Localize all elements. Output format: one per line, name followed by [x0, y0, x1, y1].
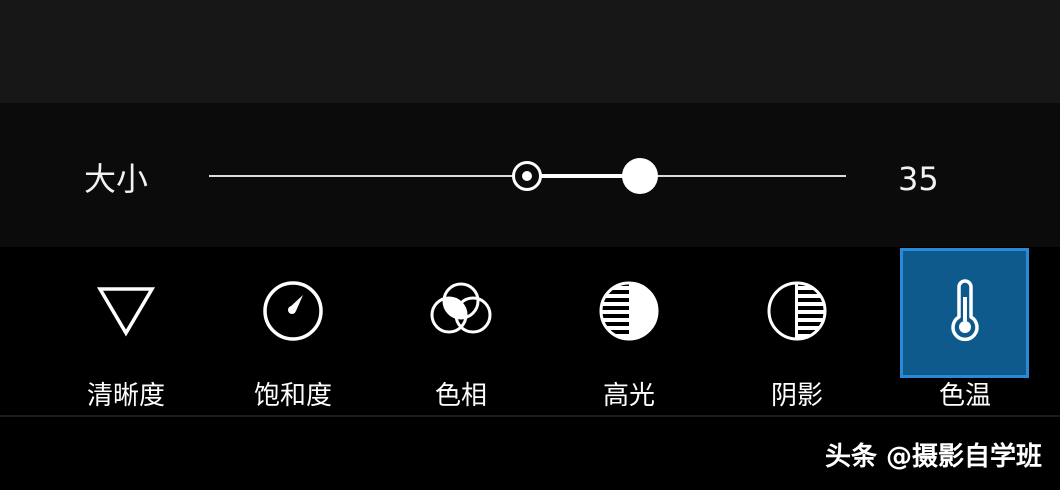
triangle-down-icon [96, 287, 156, 337]
bottom-divider [0, 415, 1060, 417]
gauge-icon [263, 281, 323, 341]
watermark-text: 头条 @摄影自学班 [824, 442, 1042, 472]
slider-handle[interactable] [622, 158, 658, 194]
shadow-sphere-icon [767, 281, 827, 341]
tool-label: 饱和度 [253, 381, 332, 411]
slider-value: 35 [898, 160, 939, 198]
preview-area [0, 0, 1060, 103]
tool-hue[interactable]: 色相 [377, 247, 545, 415]
tool-label: 清晰度 [86, 381, 165, 411]
adjustment-toolbar: 清晰度 饱和度 色相 高光 阴影 色温 [0, 247, 1060, 415]
size-slider-panel: 大小 35 [0, 103, 1060, 247]
tool-label: 高光 [602, 381, 655, 411]
tool-shadows[interactable]: 阴影 [713, 247, 881, 415]
tool-highlights[interactable]: 高光 [545, 247, 713, 415]
tool-label: 色温 [938, 381, 991, 411]
thermometer-icon [951, 279, 979, 342]
tool-label: 阴影 [770, 381, 823, 411]
tool-saturation[interactable]: 饱和度 [209, 247, 377, 415]
highlight-sphere-icon [599, 281, 659, 341]
slider-label: 大小 [84, 160, 149, 198]
color-circles-icon [430, 282, 492, 334]
editor-screen: 大小 35 清晰度 饱和度 色相 高光 阴影 色温 头条 @摄影自学班 [0, 0, 1060, 490]
slider-origin-marker [512, 161, 542, 191]
tool-label: 色相 [434, 381, 487, 411]
tool-clarity[interactable]: 清晰度 [42, 247, 210, 415]
tool-temperature[interactable]: 色温 [881, 247, 1049, 415]
